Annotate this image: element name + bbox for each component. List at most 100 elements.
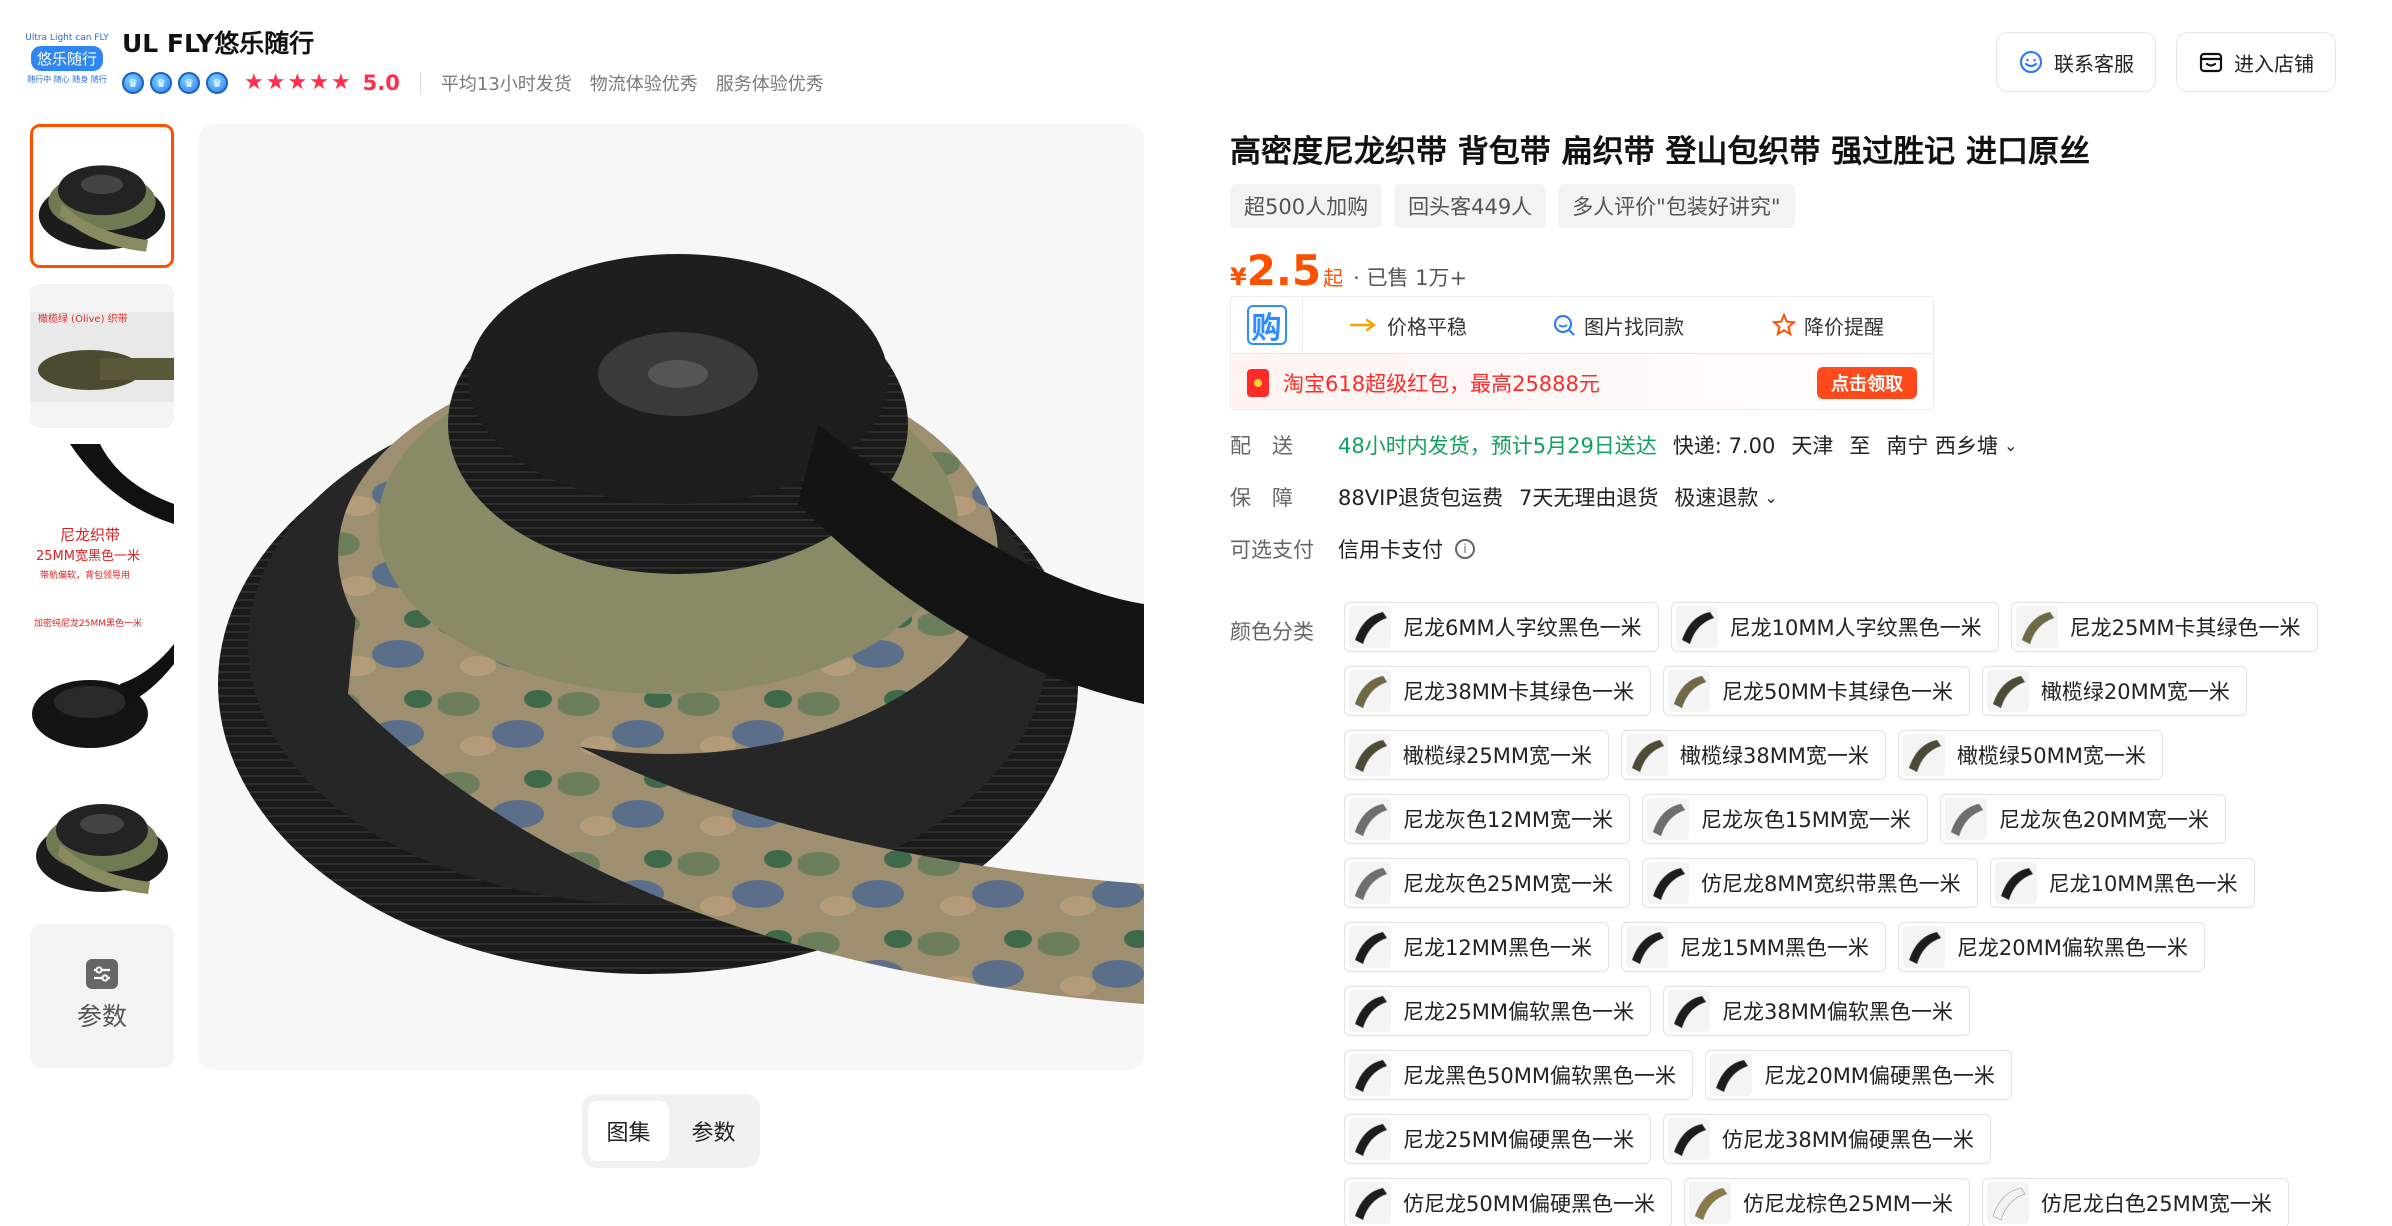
thumbnail-2[interactable]: 橄榄绿 (Olive) 织带 <box>30 284 174 428</box>
price-value: 2.5 <box>1246 246 1322 295</box>
color-option[interactable]: 仿尼龙8MM宽织带黑色一米 <box>1641 858 1978 908</box>
contact-service-button[interactable]: 联系客服 <box>1996 32 2156 92</box>
color-option-row: 尼龙黑色50MM偏软黑色一米 尼龙20MM偏硬黑色一米 <box>1344 1050 2354 1100</box>
color-option[interactable]: 尼龙25MM偏硬黑色一米 <box>1344 1114 1651 1164</box>
tab-gallery[interactable]: 图集 <box>588 1101 669 1161</box>
option-swatch-image <box>1349 798 1391 840</box>
color-option[interactable]: 尼龙黑色50MM偏软黑色一米 <box>1344 1050 1693 1100</box>
color-option[interactable]: 尼龙50MM卡其绿色一米 <box>1662 666 1970 716</box>
product-chips: 超500人加购 回头客449人 多人评价"包装好讲究" <box>1230 184 1795 228</box>
shipping-destination[interactable]: 南宁 西乡塘 <box>1886 430 1998 460</box>
shop-tag: 平均13小时发货 <box>440 74 572 95</box>
thumbnail-5[interactable] <box>30 764 174 908</box>
color-option[interactable]: 尼龙灰色12MM宽一米 <box>1344 794 1630 844</box>
color-option[interactable]: 橄榄绿38MM宽一米 <box>1620 730 1886 780</box>
price-stable-button[interactable]: 价格平稳 <box>1303 297 1513 353</box>
color-option[interactable]: 尼龙20MM偏软黑色一米 <box>1897 922 2205 972</box>
payment-value: 信用卡支付 <box>1338 538 1443 562</box>
color-option-label: 尼龙15MM黑色一米 <box>1679 936 1869 960</box>
option-swatch-image <box>1646 798 1689 840</box>
color-option[interactable]: 尼龙20MM偏硬黑色一米 <box>1704 1050 2012 1100</box>
color-option[interactable]: 尼龙灰色15MM宽一米 <box>1641 794 1928 844</box>
color-option[interactable]: 尼龙灰色20MM宽一米 <box>1939 794 2226 844</box>
webbing-rolls-photo <box>198 124 1144 1070</box>
color-option[interactable]: 尼龙10MM人字纹黑色一米 <box>1670 602 1999 652</box>
enter-store-button[interactable]: 进入店铺 <box>2176 32 2336 92</box>
color-option[interactable]: 尼龙25MM偏软黑色一米 <box>1344 986 1651 1036</box>
color-options: 尼龙6MM人字纹黑色一米 尼龙10MM人字纹黑色一米 尼龙25MM卡其绿色一米尼龙3… <box>1344 602 2354 1226</box>
option-swatch-image <box>1688 1182 1731 1224</box>
color-option-label: 橄榄绿20MM宽一米 <box>2040 680 2230 704</box>
color-option[interactable]: 仿尼龙棕色25MM一米 <box>1683 1178 1970 1226</box>
option-swatch-image <box>1902 926 1945 968</box>
red-packet-text: 淘宝618超级红包，最高25888元 <box>1283 371 1600 396</box>
color-option-label: 尼龙25MM偏软黑色一米 <box>1403 1000 1634 1024</box>
color-option-label: 尼龙灰色15MM宽一米 <box>1700 808 1911 832</box>
color-option-label: 尼龙6MM人字纹黑色一米 <box>1403 616 1642 640</box>
star-outline-icon <box>1772 313 1796 337</box>
option-swatch-image <box>1349 670 1391 712</box>
chip-repeat-buyers[interactable]: 回头客449人 <box>1394 184 1547 228</box>
webbing-roll-thumbnail <box>30 764 174 908</box>
tab-params[interactable]: 参数 <box>673 1101 754 1161</box>
red-packet-icon <box>1247 368 1269 397</box>
star-icon: ★ <box>309 70 329 95</box>
option-swatch-image <box>1349 1054 1391 1096</box>
shop-logo[interactable]: Ultra Light can FLY 悠乐随行 随行中 随心 随身 随行 <box>25 30 109 88</box>
payment-label: 可选支付 <box>1230 538 1314 562</box>
red-packet-banner[interactable]: 淘宝618超级红包，最高25888元 点击领取 <box>1231 353 1933 409</box>
color-option[interactable]: 尼龙38MM卡其绿色一米 <box>1344 666 1651 716</box>
params-tile[interactable]: 参数 <box>30 924 174 1068</box>
thumbnail-list: 橄榄绿 (Olive) 织带 尼龙织带 25MM宽黑色一米 带航偏软，背包领导用… <box>30 124 174 1068</box>
thumbnail-1[interactable] <box>30 124 174 268</box>
chip-review-highlight[interactable]: 多人评价"包装好讲究" <box>1558 184 1795 228</box>
star-icon: ★ <box>330 70 351 95</box>
shop-name[interactable]: UL FLY悠乐随行 <box>122 24 314 60</box>
color-option[interactable]: 尼龙38MM偏软黑色一米 <box>1662 986 1970 1036</box>
black-webbing-thumbnail: 尼龙织带 25MM宽黑色一米 带航偏软，背包领导用 <box>30 444 174 588</box>
option-swatch-image <box>1667 670 1710 712</box>
color-option[interactable]: 仿尼龙白色25MM宽一米 <box>1981 1178 2289 1226</box>
find-similar-button[interactable]: 图片找同款 <box>1513 297 1723 353</box>
crown-badge-icon: ♛ <box>178 72 200 94</box>
color-option-label: 仿尼龙棕色25MM一米 <box>1742 1192 1953 1216</box>
color-option[interactable]: 尼龙25MM卡其绿色一米 <box>2010 602 2318 652</box>
color-option[interactable]: 橄榄绿20MM宽一米 <box>1981 666 2247 716</box>
color-option-label: 尼龙50MM卡其绿色一米 <box>1721 680 1953 704</box>
color-option[interactable]: 橄榄绿25MM宽一米 <box>1344 730 1609 780</box>
option-swatch-image <box>2015 606 2058 648</box>
thumb-caption: 加密纯尼龙25MM黑色一米 <box>34 617 142 629</box>
chevron-down-icon[interactable]: ⌄ <box>1764 488 1777 507</box>
shop-logo-line1: Ultra Light can FLY <box>25 33 109 43</box>
guarantee-item[interactable]: 极速退款 <box>1674 482 1758 512</box>
color-option[interactable]: 尼龙6MM人字纹黑色一米 <box>1344 602 1659 652</box>
chip-add-cart-count: 超500人加购 <box>1230 184 1383 228</box>
guarantee-label: 保 障 <box>1230 486 1293 510</box>
color-option[interactable]: 尼龙15MM黑色一米 <box>1620 922 1886 972</box>
claim-button[interactable]: 点击领取 <box>1817 366 1917 399</box>
thumb-caption: 橄榄绿 (Olive) 织带 <box>38 312 128 325</box>
shipping-origin: 天津 <box>1791 434 1834 458</box>
color-option[interactable]: 橄榄绿50MM宽一米 <box>1897 730 2163 780</box>
info-icon[interactable]: i <box>1455 539 1475 559</box>
option-swatch-image <box>1994 862 2037 904</box>
image-search-icon <box>1553 314 1575 336</box>
main-product-image[interactable] <box>198 124 1144 1070</box>
color-option[interactable]: 尼龙10MM黑色一米 <box>1989 858 2255 908</box>
contact-service-label: 联系客服 <box>2054 51 2134 76</box>
color-option[interactable]: 尼龙灰色25MM宽一米 <box>1344 858 1630 908</box>
color-option-row: 尼龙25MM偏硬黑色一米 仿尼龙38MM偏硬黑色一米 <box>1344 1114 2354 1164</box>
price-drop-alert-button[interactable]: 降价提醒 <box>1723 297 1933 353</box>
color-option[interactable]: 尼龙12MM黑色一米 <box>1344 922 1609 972</box>
star-icon: ★ <box>244 70 264 95</box>
color-option[interactable]: 仿尼龙50MM偏硬黑色一米 <box>1344 1178 1672 1226</box>
thumbnail-4[interactable]: 加密纯尼龙25MM黑色一米 <box>30 604 174 748</box>
color-option[interactable]: 仿尼龙38MM偏硬黑色一米 <box>1662 1114 1991 1164</box>
thumb-caption: 尼龙织带 <box>60 526 120 544</box>
gallery-view-switch: 图集 参数 <box>582 1094 760 1168</box>
option-swatch-image <box>1625 926 1668 968</box>
thumbnail-3[interactable]: 尼龙织带 25MM宽黑色一米 带航偏软，背包领导用 <box>30 444 174 588</box>
chevron-down-icon[interactable]: ⌄ <box>2004 436 2017 455</box>
color-option-label: 橄榄绿50MM宽一米 <box>1956 744 2146 768</box>
sliders-icon <box>86 959 118 989</box>
